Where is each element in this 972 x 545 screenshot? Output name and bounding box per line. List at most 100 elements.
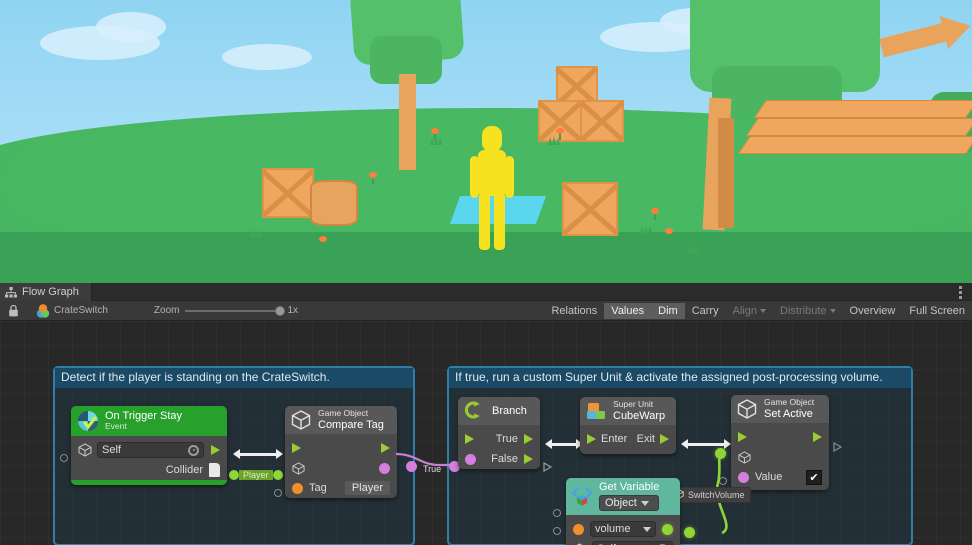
- unconnected-flow-port[interactable]: [543, 459, 553, 473]
- input-flow-port[interactable]: [292, 443, 301, 453]
- node-row-target[interactable]: [731, 447, 829, 467]
- value-checkbox[interactable]: ✔: [806, 469, 822, 485]
- node-header: Super Unit CubeWarp: [580, 397, 676, 425]
- node-branch[interactable]: Branch True False: [458, 397, 540, 469]
- graph-toolbar-actions: Relations Values Dim Carry Align Distrib…: [544, 301, 972, 321]
- tag-label: Tag: [309, 482, 327, 494]
- game-object-icon: [290, 409, 312, 431]
- relay-label: Player: [239, 470, 273, 480]
- script-machine-icon: [36, 303, 50, 318]
- input-condition-port[interactable]: [465, 453, 476, 465]
- output-false-port[interactable]: [524, 454, 533, 464]
- input-source-circle[interactable]: [553, 527, 561, 535]
- input-object-port[interactable]: [274, 489, 282, 497]
- collider-value-icon: [209, 463, 220, 477]
- panel-tab-bar: Flow Graph: [0, 283, 972, 301]
- signpost-arrow: [877, 9, 972, 64]
- bridge-plank: [745, 118, 972, 136]
- flower: [318, 236, 328, 248]
- node-super-unit-cubewarp[interactable]: Super Unit CubeWarp Enter Exit: [580, 397, 676, 454]
- true-label: True: [495, 433, 518, 445]
- chevron-down-icon: [640, 500, 649, 506]
- chevron-down-icon: [760, 309, 767, 313]
- node-compare-tag[interactable]: Game Object Compare Tag Tag Player: [285, 406, 397, 498]
- object-picker-icon[interactable]: [188, 444, 199, 456]
- input-name-port[interactable]: [573, 523, 584, 535]
- graph-group-title: Detect if the player is standing on the …: [55, 368, 413, 388]
- node-on-trigger-stay[interactable]: On Trigger Stay Event Self Collider: [71, 406, 227, 485]
- node-row-false[interactable]: False: [458, 449, 540, 469]
- game-object-icon: [292, 461, 305, 475]
- node-row-variable-name[interactable]: volume: [566, 519, 680, 539]
- input-flow-port[interactable]: [60, 454, 68, 462]
- zoom-slider[interactable]: [185, 305, 286, 316]
- unconnected-flow-port[interactable]: [833, 439, 843, 453]
- relay-node-player[interactable]: Player: [229, 470, 283, 480]
- crate-box: [562, 182, 618, 236]
- node-title: Get Variable: [599, 481, 660, 493]
- output-flow-port[interactable]: [381, 443, 390, 453]
- toolbar-button-relations[interactable]: Relations: [544, 303, 604, 319]
- kebab-menu-icon[interactable]: [954, 286, 966, 299]
- flower: [368, 172, 378, 184]
- check-icon: ✔: [809, 471, 819, 484]
- node-header: Game Object Set Active: [731, 395, 829, 423]
- zoom-slider-handle[interactable]: [275, 305, 286, 316]
- zoom-label: Zoom: [153, 305, 180, 316]
- target-field[interactable]: Self: [97, 442, 204, 458]
- input-enter-port[interactable]: [587, 434, 596, 444]
- node-row-true[interactable]: True: [458, 429, 540, 449]
- graph-toolbar: CrateSwitch Zoom 1x Relations Values Dim: [0, 301, 972, 321]
- variable-name-dropdown[interactable]: volume: [590, 521, 656, 538]
- output-flow-port[interactable]: [211, 445, 220, 455]
- zoom-control[interactable]: Zoom 1x: [154, 305, 298, 316]
- output-bool-port[interactable]: [379, 462, 390, 474]
- wire-dot: [406, 461, 417, 472]
- output-flow-port[interactable]: [813, 432, 822, 442]
- toolbar-button-dim[interactable]: Dim: [651, 302, 685, 319]
- input-flow-port[interactable]: [465, 434, 474, 444]
- graph-canvas[interactable]: Detect if the player is standing on the …: [0, 321, 972, 545]
- tab-flow-graph-label: Flow Graph: [22, 286, 79, 298]
- toolbar-button-overview[interactable]: Overview: [843, 303, 903, 319]
- tag-value[interactable]: Player: [344, 481, 390, 495]
- node-row-target[interactable]: [285, 458, 397, 478]
- cloud-shape: [96, 12, 166, 42]
- lock-icon[interactable]: [0, 304, 26, 317]
- input-flow-port[interactable]: [738, 432, 747, 442]
- node-subtitle: Game Object: [764, 397, 815, 408]
- toolbar-button-distribute[interactable]: Distribute: [773, 303, 842, 319]
- cloud-shape: [222, 44, 312, 70]
- toolbar-button-values[interactable]: Values: [604, 302, 652, 319]
- input-name-circle[interactable]: [553, 509, 561, 517]
- toolbar-button-label: Dim: [658, 304, 678, 317]
- node-set-active[interactable]: Game Object Set Active Value ✔: [731, 395, 829, 490]
- toolbar-button-label: Full Screen: [909, 304, 965, 317]
- input-string-port[interactable]: [292, 482, 303, 494]
- node-row-source[interactable]: Self: [566, 539, 680, 545]
- input-bool-port[interactable]: [738, 471, 749, 483]
- graph-reference[interactable]: CrateSwitch: [36, 303, 108, 318]
- toolbar-button-full-screen[interactable]: Full Screen: [902, 303, 972, 319]
- node-row-enter-exit[interactable]: Enter Exit: [580, 429, 676, 449]
- node-body: Self Collider: [71, 436, 227, 480]
- node-row-tag[interactable]: Tag Player: [285, 478, 397, 498]
- node-row-flow[interactable]: [285, 438, 397, 458]
- output-true-port[interactable]: [524, 434, 533, 444]
- node-row-collider[interactable]: Collider: [71, 460, 227, 480]
- variable-scope-dropdown[interactable]: Object: [599, 495, 660, 512]
- source-field[interactable]: Self: [592, 541, 673, 545]
- output-value-port[interactable]: [662, 523, 673, 535]
- node-row-flow[interactable]: [731, 427, 829, 447]
- input-object-port[interactable]: [719, 477, 727, 485]
- toolbar-button-align[interactable]: Align: [726, 303, 773, 319]
- node-get-variable[interactable]: Get Variable Object volume: [566, 478, 680, 545]
- output-exit-port[interactable]: [660, 434, 669, 444]
- game-object-icon: [736, 398, 758, 420]
- toolbar-button-carry[interactable]: Carry: [685, 303, 726, 319]
- node-title: Branch: [492, 405, 527, 417]
- tab-flow-graph[interactable]: Flow Graph: [0, 283, 92, 301]
- node-row-value[interactable]: Value ✔: [731, 467, 829, 487]
- chevron-down-icon: [643, 526, 651, 532]
- node-row-target[interactable]: Self: [71, 440, 227, 460]
